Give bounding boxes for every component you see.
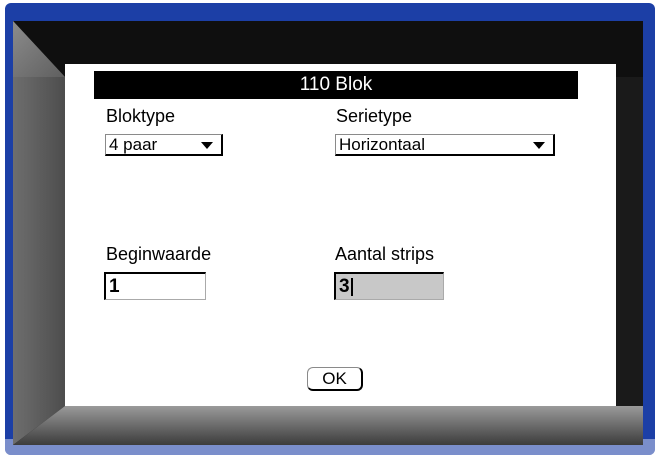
beginwaarde-label: Beginwaarde [106,244,212,264]
bloktype-value: 4 paar [109,134,158,154]
beginwaarde-value: 1 [109,275,120,297]
dialog-panel: 110 Blok Bloktype 4 paar Serietype Horiz… [65,64,616,406]
screen-frame-right [616,77,643,406]
dialog-title: 110 Blok [94,71,578,99]
device: 110 Blok Bloktype 4 paar Serietype Horiz… [0,0,658,458]
aantal-strips-value: 3 [339,275,350,297]
display-screen: 110 Blok Bloktype 4 paar Serietype Horiz… [13,21,643,445]
aantal-strips-input[interactable]: 3 [334,272,444,300]
serietype-label: Serietype [336,106,413,126]
chevron-down-icon [533,142,545,149]
beginwaarde-input[interactable]: 1 [104,272,206,300]
serietype-value: Horizontaal [339,134,425,154]
screen-frame-left [13,21,65,445]
bloktype-dropdown[interactable]: 4 paar [105,134,223,156]
bloktype-label: Bloktype [106,106,176,126]
ok-button[interactable]: OK [307,367,363,391]
text-cursor [350,277,353,296]
chevron-down-icon [201,142,213,149]
screen-frame-bottom [13,406,643,445]
aantal-strips-label: Aantal strips [335,244,435,264]
serietype-dropdown[interactable]: Horizontaal [335,134,555,156]
